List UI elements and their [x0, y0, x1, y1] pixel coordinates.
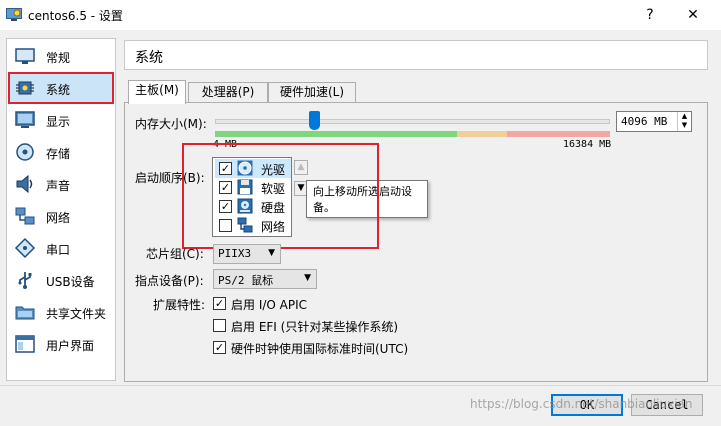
memory-slider-track[interactable] [215, 119, 610, 124]
move-up-button[interactable]: ▲ [294, 160, 308, 175]
sidebar-item-serial-port[interactable]: 串口 [9, 233, 113, 263]
window-title: centos6.5 - 设置 [28, 9, 123, 23]
sidebar-item-label: 串口 [46, 243, 71, 257]
memory-max-label: 16384 MB [563, 139, 612, 150]
tab-processor[interactable]: 处理器(P) [188, 82, 268, 103]
page-title: 系统 [135, 50, 163, 66]
audio-icon [16, 174, 33, 194]
checkbox-box[interactable]: ✓ [213, 297, 226, 310]
optical-disc-icon [237, 160, 253, 176]
watermark: https://blog.csdn.net/shanbiaoliuxian [470, 397, 693, 411]
sidebar-item-label: 存储 [46, 147, 71, 161]
sidebar-item-storage[interactable]: 存储 [9, 137, 113, 167]
footer-divider [0, 385, 721, 386]
sidebar-item-label: 显示 [46, 115, 71, 129]
page-header: 系统 [124, 40, 708, 70]
checkbox-label: 启用 I/O APIC [231, 298, 308, 312]
sidebar-item-display[interactable]: 显示 [9, 105, 113, 135]
scale-warn-segment [457, 131, 507, 137]
virtualbox-settings-icon [6, 8, 22, 21]
boot-item-floppy[interactable]: ✓ 软驱 [215, 178, 291, 197]
checkbox-box[interactable] [213, 319, 226, 332]
sidebar-item-label: 共享文件夹 [46, 307, 107, 321]
memory-spinbox[interactable]: 4096 MB ▲ ▼ [616, 111, 692, 132]
sidebar-item-shared-folders[interactable]: 共享文件夹 [9, 297, 113, 327]
serial-port-icon [14, 238, 36, 258]
boot-order-list[interactable]: ✓ 光驱 ✓ 软驱 ✓ 硬盘 网络 [212, 157, 292, 237]
storage-icon [16, 143, 34, 161]
sidebar-item-system[interactable]: 系统 [8, 72, 114, 104]
checkbox-label: 硬件时钟使用国际标准时间(UTC) [231, 342, 409, 356]
boot-item-hard-disk[interactable]: ✓ 硬盘 [215, 197, 291, 216]
move-up-tooltip: 向上移动所选启动设备。 [306, 180, 428, 218]
sidebar-item-label: 常规 [46, 51, 71, 65]
memory-value: 4096 MB [621, 115, 668, 128]
sidebar-item-user-interface[interactable]: 用户界面 [9, 329, 113, 359]
sidebar-item-label: 网络 [46, 211, 71, 225]
boot-checkbox[interactable]: ✓ [219, 200, 232, 213]
boot-item-network[interactable]: 网络 [215, 216, 291, 235]
sidebar-item-label: 系统 [46, 83, 71, 97]
tab-acceleration[interactable]: 硬件加速(L) [268, 82, 356, 103]
close-button[interactable]: ✕ [681, 4, 705, 26]
boot-checkbox[interactable]: ✓ [219, 181, 232, 194]
shared-folder-icon [15, 306, 35, 320]
sidebar-item-network[interactable]: 网络 [9, 201, 113, 231]
sidebar-item-general[interactable]: 常规 [9, 41, 113, 71]
boot-item-label: 光驱 [261, 163, 286, 177]
boot-order-label: 启动顺序(B): [135, 171, 205, 185]
sidebar-item-label: 用户界面 [46, 339, 95, 353]
memory-slider-scale [215, 131, 610, 137]
display-icon [15, 111, 35, 128]
spin-arrows[interactable]: ▲ ▼ [677, 112, 691, 131]
usb-icon [18, 272, 32, 289]
tab-panel-motherboard [124, 102, 708, 382]
network-icon [15, 207, 35, 225]
boot-checkbox[interactable]: ✓ [219, 162, 232, 175]
boot-checkbox[interactable] [219, 219, 232, 232]
chevron-down-icon: ▼ [268, 248, 275, 258]
features-label: 扩展特性: [153, 298, 206, 312]
system-chip-icon [16, 81, 34, 95]
title-bar: centos6.5 - 设置 ? ✕ [0, 0, 721, 30]
settings-sidebar: 常规 系统 显示 存储 声音 网络 串口 USB设备 共享文件夹 用户界面 [6, 38, 116, 381]
memory-min-label: 4 MB [213, 139, 238, 150]
user-interface-icon [15, 335, 35, 353]
sidebar-item-label: USB设备 [46, 275, 95, 289]
pointing-device-value: PS/2 鼠标 [218, 274, 274, 287]
scale-safe-segment [215, 131, 457, 137]
pointing-device-select[interactable]: PS/2 鼠标 ▼ [213, 269, 317, 289]
memory-label: 内存大小(M): [135, 117, 207, 131]
floppy-icon [237, 179, 253, 195]
network-icon [237, 217, 253, 233]
general-icon [15, 48, 35, 64]
sidebar-item-usb[interactable]: USB设备 [9, 265, 113, 295]
tab-motherboard[interactable]: 主板(M) [128, 80, 186, 104]
sidebar-item-audio[interactable]: 声音 [9, 169, 113, 199]
boot-item-optical[interactable]: ✓ 光驱 [215, 159, 291, 178]
checkbox-box[interactable]: ✓ [213, 341, 226, 354]
memory-slider-thumb[interactable] [309, 111, 320, 130]
hard-disk-icon [237, 198, 253, 214]
chipset-select[interactable]: PIIX3 ▼ [213, 244, 281, 264]
help-button[interactable]: ? [638, 4, 662, 26]
checkbox-label: 启用 EFI (只针对某些操作系统) [231, 320, 399, 334]
scale-danger-segment [507, 131, 610, 137]
chipset-value: PIIX3 [218, 247, 252, 260]
boot-item-label: 硬盘 [261, 201, 286, 215]
chipset-label: 芯片组(C): [146, 247, 204, 261]
sidebar-item-label: 声音 [46, 179, 71, 193]
boot-item-label: 网络 [261, 220, 286, 234]
chevron-down-icon: ▼ [304, 273, 311, 283]
boot-item-label: 软驱 [261, 182, 286, 196]
pointing-device-label: 指点设备(P): [135, 274, 204, 288]
